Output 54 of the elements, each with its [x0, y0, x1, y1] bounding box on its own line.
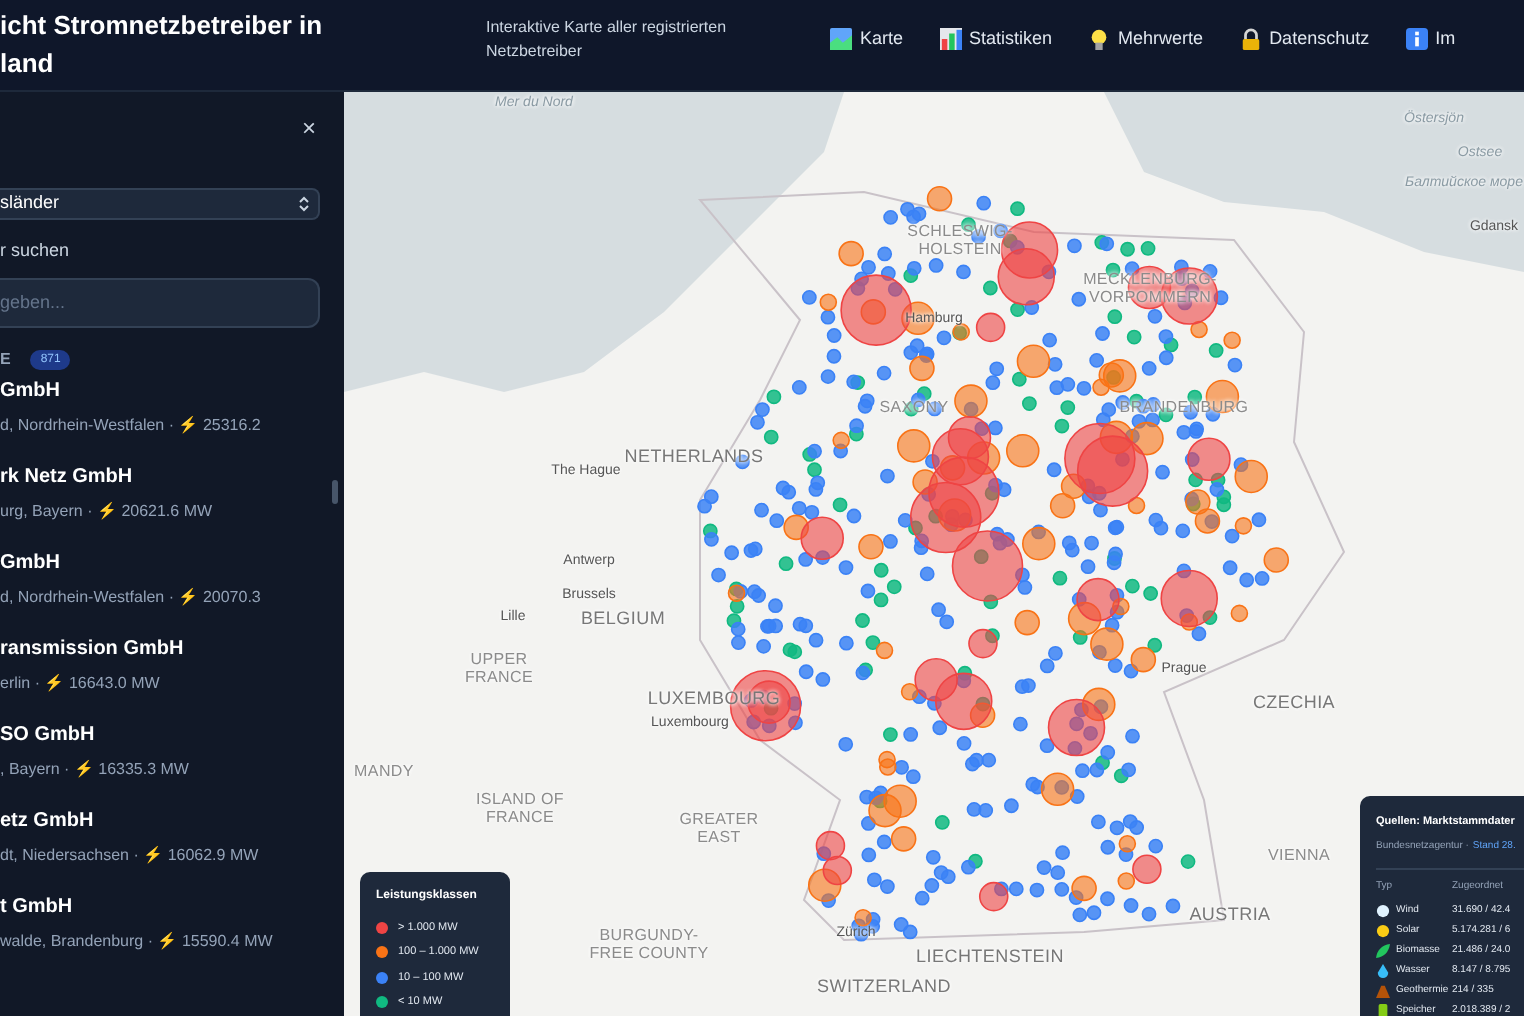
map-label: UPPER FRANCE [462, 652, 536, 688]
page-title: icht Stromnetzbetreiber in land [0, 8, 325, 82]
operator-details: d, Nordrhein-Westfalen · ⚡ 20070.3 [0, 587, 263, 607]
close-button[interactable]: × [301, 116, 316, 140]
nav-link[interactable]: Karte [830, 26, 904, 53]
operator-name: etz GmbH [0, 809, 96, 833]
operator-details: d, Nordrhein-Westfalen · ⚡ 25316.2 [0, 415, 263, 435]
nav-link[interactable]: Statistiken [939, 26, 1053, 53]
operator-details: walde, Brandenburg · ⚡ 15590.4 MW [0, 931, 275, 951]
nav-link[interactable]: Im [1405, 26, 1456, 53]
map-label: BURGUNDY-FREE COUNTY [587, 928, 711, 964]
map-icon [830, 28, 852, 51]
scrollbar-thumb[interactable] [332, 480, 338, 504]
map-label: CZECHIA [1250, 694, 1338, 714]
battery-icon [1376, 1004, 1390, 1016]
operator-name: GmbH [0, 379, 62, 403]
map-label: GREATER EAST [677, 812, 761, 848]
map-label: ISLAND OF FRANCE [473, 792, 567, 828]
operator-name: t GmbH [0, 895, 75, 919]
operator-details: , Bayern · ⚡ 16335.3 MW [0, 759, 191, 779]
operator-name: SO GmbH [0, 723, 97, 747]
map-area[interactable] [344, 92, 1524, 1016]
map-label: LIECHTENSTEIN [914, 948, 1066, 968]
nav-link[interactable]: Datenschutz [1239, 26, 1370, 53]
map-label: AUSTRIA [1187, 906, 1273, 926]
search-field[interactable]: geben... [0, 277, 320, 327]
leaf-icon [1376, 944, 1390, 958]
info-icon [1405, 28, 1428, 51]
section-label: E [0, 347, 11, 371]
operator-name: ransmission GmbH [0, 637, 186, 661]
select-value: sländer [0, 190, 60, 217]
chevron-updown-icon [298, 196, 310, 212]
bar-chart-icon [939, 28, 962, 51]
sun-icon [1376, 924, 1390, 938]
map-label: BELGIUM [578, 610, 668, 630]
operator-details: erlin · ⚡ 16643.0 MW [0, 673, 162, 693]
operator-details: dt, Niedersachsen · ⚡ 16062.9 MW [0, 845, 261, 865]
operator-name: GmbH [0, 551, 62, 575]
operator-name: rk Netz GmbH [0, 465, 135, 489]
map-label: BRANDENBURG [1117, 400, 1251, 418]
wind-icon [1376, 904, 1390, 918]
search-label: r suchen [0, 238, 72, 264]
operator-details: urg, Bayern · ⚡ 20621.6 MW [0, 501, 215, 521]
drop-icon [1376, 964, 1390, 978]
filter-select[interactable]: sländer [0, 188, 320, 220]
map-label: NETHERLANDS [622, 448, 766, 468]
page-subtitle: Interaktive Karte aller registrierten Netzbetreiber [486, 16, 729, 64]
map-label: SWITZERLAND [815, 978, 953, 998]
lock-icon [1239, 28, 1262, 51]
map-label: MANDY [352, 764, 416, 782]
volcano-icon [1376, 984, 1390, 998]
nav-link[interactable]: Mehrwerte [1088, 26, 1204, 53]
lightbulb-icon [1088, 28, 1111, 51]
map-label: VIENNA [1266, 848, 1332, 866]
